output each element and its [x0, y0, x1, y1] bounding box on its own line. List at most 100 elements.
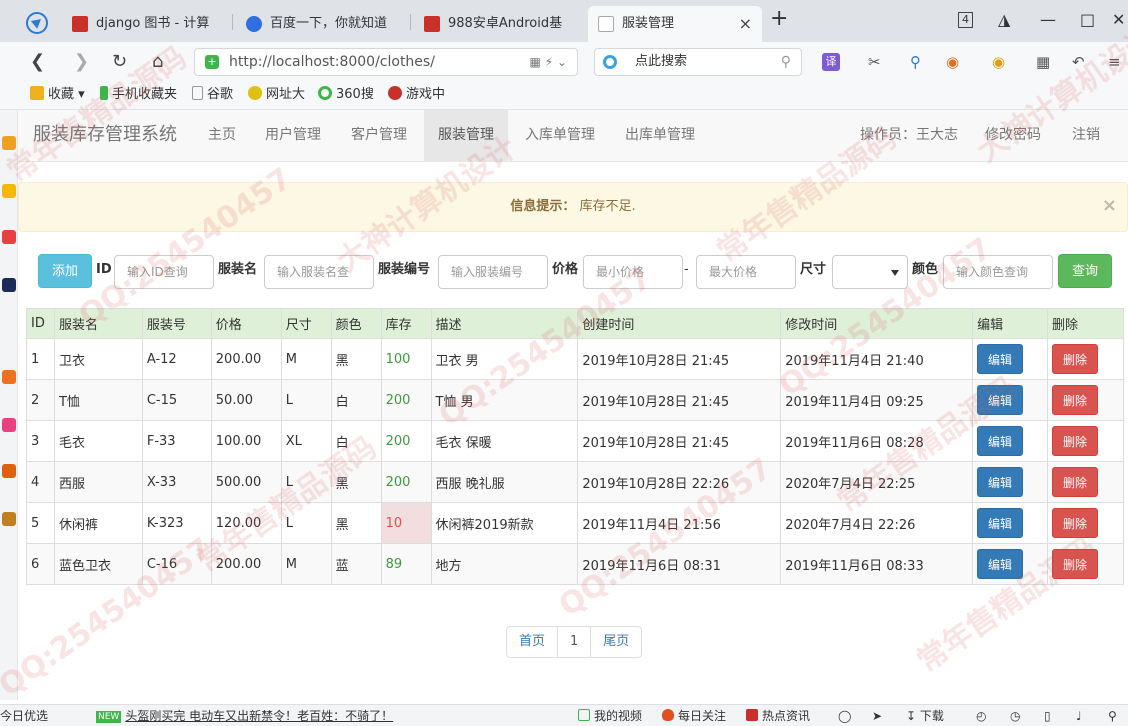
tab-close-icon[interactable]: ×	[739, 6, 752, 42]
browser-tab-active[interactable]: 服装管理 ×	[588, 6, 762, 42]
edit-button[interactable]: 编辑	[977, 344, 1024, 374]
delete-button[interactable]: 删除	[1051, 344, 1098, 374]
apps-grid-icon[interactable]: ▦	[1036, 51, 1050, 73]
bookmark-item[interactable]: 收藏 ▾	[30, 82, 85, 108]
column-header[interactable]: 编辑	[972, 308, 1048, 339]
daily-focus-link[interactable]: 每日关注	[662, 705, 726, 726]
address-bar-actions-icon[interactable]: ▦ ⚡ ⌄	[530, 49, 567, 75]
sidebar-app-icon[interactable]	[2, 278, 16, 292]
nav-user-management[interactable]: 用户管理	[252, 110, 334, 161]
speaker-icon[interactable]: ♩	[1076, 705, 1082, 726]
browser-tab[interactable]: 百度一下，你就知道	[236, 6, 414, 42]
bookmark-item[interactable]: 游戏中	[388, 82, 445, 108]
id-input[interactable]	[114, 255, 214, 289]
clock-icon[interactable]: ◷	[1010, 705, 1020, 726]
column-header[interactable]: 库存	[380, 308, 432, 339]
sidebar-app-icon[interactable]	[2, 418, 16, 432]
close-icon[interactable]: ×	[1102, 183, 1117, 229]
min-price-input[interactable]	[583, 255, 683, 289]
nav-outbound-management[interactable]: 出库单管理	[612, 110, 708, 161]
rocket-icon[interactable]: ➤	[872, 705, 882, 726]
logout-link[interactable]: 注销	[1064, 110, 1108, 161]
nav-clothes-management[interactable]: 服装管理	[424, 110, 508, 161]
coin-icon[interactable]: ◉	[992, 51, 1005, 73]
column-header[interactable]: 尺寸	[280, 308, 332, 339]
magnifier-icon[interactable]: ⚲	[910, 51, 921, 73]
news-headline-link[interactable]: NEW 头盔刚买完 电动车又出新禁令！老百姓：不骑了！	[96, 705, 393, 726]
change-password-link[interactable]: 修改密码	[978, 110, 1048, 161]
game-icon[interactable]: ◉	[946, 51, 959, 73]
download-link[interactable]: ↧ 下载	[906, 705, 944, 726]
nav-customer-management[interactable]: 客户管理	[338, 110, 420, 161]
column-header[interactable]: 描述	[430, 308, 579, 339]
size-select[interactable]	[832, 255, 908, 289]
delete-button[interactable]: 删除	[1051, 426, 1098, 456]
app-brand[interactable]: 服装库存管理系统	[33, 110, 177, 160]
tab-count-badge[interactable]: 4	[958, 12, 973, 28]
column-header[interactable]: 价格	[210, 308, 282, 339]
bookmark-item[interactable]: 手机收藏夹	[100, 82, 177, 108]
new-tab-button[interactable]: +	[770, 6, 788, 31]
column-header[interactable]: 创建时间	[577, 308, 782, 339]
column-header[interactable]: 服装号	[141, 308, 212, 339]
shirt-icon[interactable]: ◮	[998, 10, 1010, 29]
edit-button[interactable]: 编辑	[977, 426, 1024, 456]
bookmark-item[interactable]: 360搜	[318, 82, 374, 108]
sidebar-app-icon[interactable]	[2, 184, 16, 198]
home-icon[interactable]: ⌂	[152, 51, 163, 73]
reload-icon[interactable]: ↻	[112, 51, 127, 73]
browser-search[interactable]: 点此搜索 ⚲	[594, 48, 802, 76]
delete-button[interactable]: 删除	[1051, 508, 1098, 538]
nav-inbound-management[interactable]: 入库单管理	[512, 110, 608, 161]
browser-tab[interactable]: 988安卓Android基	[414, 6, 592, 42]
column-header[interactable]: ID	[26, 308, 55, 339]
translate-icon[interactable]: 译	[822, 53, 840, 71]
speed-icon[interactable]: ◯	[838, 705, 851, 726]
bookmark-item[interactable]: 谷歌	[192, 82, 233, 108]
sidebar-app-icon[interactable]	[2, 464, 16, 478]
undo-icon[interactable]: ↶	[1072, 51, 1085, 73]
query-button[interactable]: 查询	[1058, 254, 1112, 288]
browser-tab[interactable]: django 图书 - 计算	[62, 6, 240, 42]
menu-icon[interactable]: ≡	[1108, 51, 1121, 73]
sidebar-app-icon[interactable]	[2, 370, 16, 384]
column-header[interactable]: 服装名	[53, 308, 143, 339]
search-engine-icon[interactable]	[603, 55, 617, 69]
delete-button[interactable]: 删除	[1051, 467, 1098, 497]
forward-icon[interactable]: ❯	[74, 51, 89, 73]
edit-button[interactable]: 编辑	[977, 385, 1024, 415]
current-page[interactable]: 1	[557, 626, 592, 658]
edit-button[interactable]: 编辑	[977, 508, 1024, 538]
sidebar-app-icon[interactable]	[2, 230, 16, 244]
search-placeholder[interactable]: 点此搜索	[635, 49, 687, 75]
last-page-link[interactable]: 尾页	[590, 626, 643, 658]
first-page-link[interactable]: 首页	[506, 626, 559, 658]
edit-button[interactable]: 编辑	[977, 549, 1024, 579]
hot-news-link[interactable]: 热点资讯	[746, 705, 810, 726]
scissors-icon[interactable]: ✂	[868, 51, 881, 73]
close-window-icon[interactable]: ✕	[1112, 10, 1125, 29]
add-button[interactable]: 添加	[38, 254, 92, 288]
search-icon[interactable]: ⚲	[781, 49, 791, 75]
column-header[interactable]: 颜色	[330, 308, 382, 339]
delete-button[interactable]: 删除	[1051, 549, 1098, 579]
code-input[interactable]	[438, 255, 548, 289]
column-header[interactable]: 删除	[1046, 308, 1125, 339]
trash-icon[interactable]: ▯	[1044, 705, 1051, 726]
color-input[interactable]	[943, 255, 1053, 289]
bookmark-item[interactable]: 网址大	[248, 82, 305, 108]
max-price-input[interactable]	[696, 255, 796, 289]
daily-picks-link[interactable]: 今日优选	[0, 705, 48, 726]
maximize-icon[interactable]: □	[1080, 10, 1095, 29]
nav-home[interactable]: 主页	[194, 110, 250, 161]
minimize-icon[interactable]: —	[1040, 10, 1056, 29]
address-bar[interactable]: + http://localhost:8000/clothes/ ▦ ⚡ ⌄	[194, 48, 578, 76]
back-icon[interactable]: ❮	[30, 51, 45, 73]
url-text[interactable]: http://localhost:8000/clothes/	[229, 49, 435, 75]
browser-logo-icon[interactable]	[26, 12, 48, 34]
zoom-icon[interactable]: ⚲	[1108, 705, 1117, 726]
sidebar-app-icon[interactable]	[2, 512, 16, 526]
name-input[interactable]	[264, 255, 374, 289]
my-videos-link[interactable]: 我的视频	[578, 705, 642, 726]
sidebar-app-icon[interactable]	[2, 136, 16, 150]
